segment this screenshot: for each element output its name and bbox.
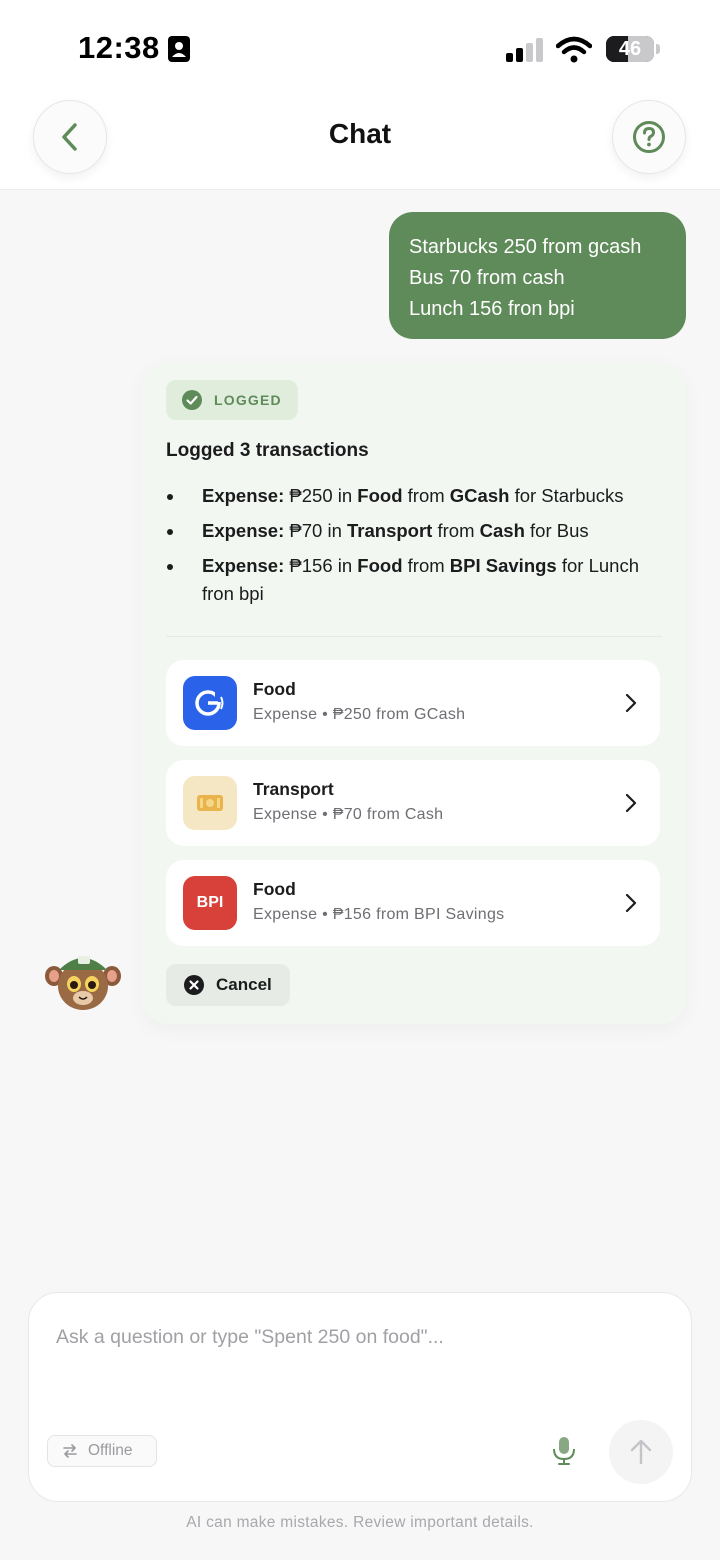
transaction-subtitle: Expense • ₱250 from GCash: [253, 706, 466, 723]
list-item: Expense: ₱156 in Food from BPI Savings f…: [166, 552, 666, 608]
close-circle-icon: [184, 975, 204, 995]
chat-header: Chat: [0, 98, 720, 190]
transaction-title: Food: [253, 879, 296, 899]
swap-arrows-icon: [63, 1444, 77, 1458]
contact-card-icon: [168, 36, 190, 62]
offline-toggle[interactable]: Offline: [47, 1435, 157, 1467]
battery-indicator: 46: [606, 36, 654, 62]
chevron-right-icon: [625, 793, 637, 813]
transaction-card-transport-cash[interactable]: Transport Expense • ₱70 from Cash: [166, 760, 660, 846]
transaction-summary-list: Expense: ₱250 in Food from GCash for Sta…: [166, 482, 666, 615]
cancel-button[interactable]: Cancel: [166, 964, 290, 1006]
user-message-bubble: Starbucks 250 from gcash Bus 70 from cas…: [389, 212, 686, 339]
battery-level: 46: [618, 38, 642, 60]
user-message-line: Bus 70 from cash: [409, 267, 565, 289]
mascot-avatar: [45, 956, 121, 1010]
transaction-subtitle: Expense • ₱70 from Cash: [253, 806, 444, 823]
check-circle-icon: [182, 390, 202, 410]
transaction-card-food-bpi[interactable]: BPI Food Expense • ₱156 from BPI Savings: [166, 860, 660, 946]
status-bar: 12:38 46: [0, 0, 720, 98]
divider: [166, 636, 662, 637]
cancel-button-label: Cancel: [216, 975, 272, 994]
list-item: Expense: ₱70 in Transport from Cash for …: [166, 517, 666, 545]
battery-cap: [656, 44, 660, 54]
offline-label: Offline: [88, 1442, 133, 1459]
assistant-heading: Logged 3 transactions: [166, 440, 369, 461]
logged-badge-label: LOGGED: [214, 392, 282, 408]
transaction-title: Transport: [253, 779, 334, 799]
bpi-icon: BPI: [183, 876, 237, 930]
logged-badge: LOGGED: [166, 380, 298, 420]
cash-icon: [183, 776, 237, 830]
wifi-icon: [556, 36, 592, 63]
bpi-logo-text: BPI: [196, 894, 224, 911]
microphone-icon[interactable]: [551, 1436, 577, 1466]
chat-input[interactable]: Ask a question or type "Spent 250 on foo…: [56, 1326, 444, 1349]
user-message-line: Starbucks 250 from gcash: [409, 236, 642, 258]
chat-composer[interactable]: Ask a question or type "Spent 250 on foo…: [28, 1292, 692, 1502]
cellular-signal-icon: [506, 38, 543, 62]
help-button[interactable]: [612, 100, 686, 174]
question-circle-icon: [633, 121, 665, 153]
gcash-icon: [183, 676, 237, 730]
transaction-title: Food: [253, 679, 296, 699]
arrow-up-icon: [630, 1439, 652, 1465]
user-message-line: Lunch 156 fron bpi: [409, 298, 575, 320]
list-item: Expense: ₱250 in Food from GCash for Sta…: [166, 482, 666, 510]
ai-disclaimer: AI can make mistakes. Review important d…: [186, 1514, 534, 1531]
send-button[interactable]: [609, 1420, 673, 1484]
chevron-right-icon: [625, 693, 637, 713]
transaction-card-food-gcash[interactable]: Food Expense • ₱250 from GCash: [166, 660, 660, 746]
chevron-right-icon: [625, 893, 637, 913]
assistant-message-card: LOGGED Logged 3 transactions Expense: ₱2…: [142, 362, 686, 1024]
transaction-subtitle: Expense • ₱156 from BPI Savings: [253, 906, 505, 923]
status-time: 12:38: [78, 30, 160, 65]
